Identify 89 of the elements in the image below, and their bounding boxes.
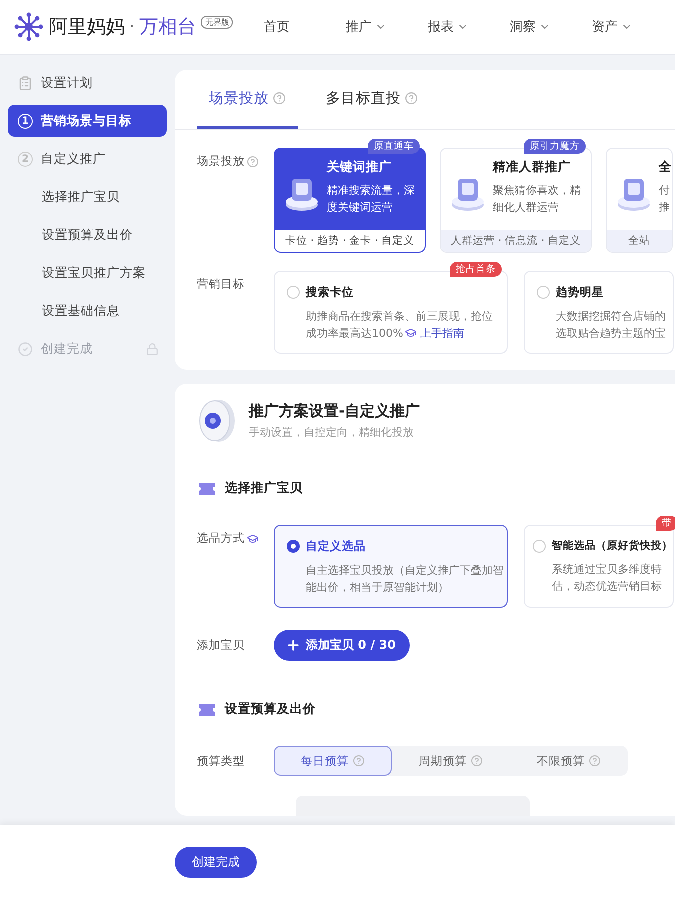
plan-title: 推广方案设置-自定义推广 (249, 402, 420, 421)
sidebar-label: 设置宝贝推广方案 (42, 264, 146, 282)
scene-title: 精准人群推广 (493, 159, 572, 176)
scene-description: 精准搜索流量，深 (327, 183, 415, 199)
scene-title: 关键词推广 (327, 159, 393, 176)
add-item-button[interactable]: 添加宝贝 0 / 30 (274, 630, 410, 661)
field-label: 选品方式 (197, 525, 274, 546)
section-title: 设置预算及出价 (225, 701, 316, 718)
option-description: 系统通过宝贝多维度特 (551, 562, 663, 578)
sidebar-item[interactable]: 设置基础信息 (8, 295, 167, 327)
guide-link[interactable]: 上手指南 (420, 327, 464, 340)
segment-button[interactable]: 不限预算 (510, 746, 628, 776)
field-label: 预算类型 (197, 754, 246, 768)
scene-description: 细化人群运营 (493, 200, 560, 216)
sidebar-item[interactable]: 选择推广宝贝 (8, 181, 167, 213)
tab[interactable]: 多目标直投 (314, 70, 430, 129)
goal-title: 搜索卡位 (306, 285, 354, 300)
option-title: 智能选品（原好货快投） (552, 539, 673, 553)
sidebar-item[interactable]: 设置计划 (8, 67, 167, 99)
nav-link[interactable]: 首页 (264, 18, 346, 36)
tab[interactable]: 场景投放 (197, 70, 298, 129)
sidebar-label: 设置基础信息 (42, 302, 120, 320)
edition-tag: 无界版 (201, 16, 234, 28)
scene-tag: 原直通车 (368, 139, 420, 154)
check-circle-icon (18, 342, 33, 356)
scene-card[interactable]: 全 付 推 全站 (606, 148, 673, 253)
brand-name: 阿里妈妈 (49, 15, 125, 40)
scene-features: 卡位 · 趋势 · 金卡 · 自定义 (275, 230, 425, 252)
field-label: 场景投放 (197, 148, 274, 169)
help-icon[interactable] (247, 156, 259, 168)
help-icon[interactable] (589, 755, 601, 767)
graduation-cap-icon (405, 327, 418, 339)
step-number: 2 (18, 152, 33, 166)
logo-separator: · (130, 19, 134, 35)
logo-icon (14, 12, 44, 42)
field-label: 营销目标 (197, 276, 246, 292)
nav-link[interactable]: 洞察 (510, 18, 592, 36)
nav-link[interactable]: 报表 (428, 18, 510, 36)
step-number: 1 (18, 114, 33, 128)
goal-description: 选取贴合趋势主题的宝 (555, 326, 665, 342)
sidebar-label: 自定义推广 (41, 150, 106, 168)
sidebar-item[interactable]: 设置预算及出价 (8, 219, 167, 251)
goal-card[interactable]: 趋势明星 大数据挖掘符合店铺的 选取贴合趋势主题的宝 (524, 271, 674, 354)
help-icon[interactable] (353, 755, 365, 767)
clipboard-icon (18, 76, 33, 90)
sidebar-label: 设置计划 (41, 74, 93, 92)
scene-description: 付 (659, 183, 671, 199)
product-name: 万相台 (139, 15, 196, 40)
goal-title: 趋势明星 (556, 285, 604, 300)
sidebar-label: 选择推广宝贝 (42, 188, 120, 206)
scene-description: 推 (659, 200, 671, 216)
option-title: 自定义选品 (306, 539, 366, 554)
field-label: 添加宝贝 (197, 638, 246, 653)
sidebar-label: 设置预算及出价 (42, 226, 133, 244)
segment-button[interactable]: 周期预算 (392, 746, 510, 776)
goal-description: 助推商品在搜索首条、前三展现，抢位成功率最高达100% 上手指南 (305, 309, 494, 342)
plan-subtitle: 手动设置，自控定向，精细化投放 (249, 425, 415, 440)
sidebar-label: 营销场景与目标 (41, 112, 132, 130)
scene-features: 全站 (607, 230, 672, 252)
scene-description: 聚焦猜你喜欢，精 (493, 183, 581, 199)
nav-link[interactable]: 资产 (592, 18, 674, 36)
scene-description: 度关键词运营 (327, 200, 394, 216)
nav-link[interactable]: 推广 (346, 18, 428, 36)
goal-description: 大数据挖掘符合店铺的 (555, 309, 665, 325)
sidebar-item[interactable]: 1 营销场景与目标 (8, 105, 167, 137)
scene-title: 全 (659, 159, 672, 176)
ticket-icon (197, 702, 217, 716)
help-icon[interactable] (471, 755, 483, 767)
sidebar-item[interactable]: 2 自定义推广 (8, 143, 167, 175)
sidebar-label: 创建完成 (41, 340, 94, 358)
lock-icon (146, 342, 159, 356)
radio[interactable] (287, 540, 300, 553)
scene-features: 人群运营 · 信息流 · 自定义 (441, 230, 591, 252)
graduation-cap-icon (247, 532, 259, 544)
option-tag: 带 (656, 516, 675, 531)
ticket-icon (197, 482, 217, 496)
plus-icon (286, 638, 301, 653)
goal-tag: 抢占首条 (450, 262, 502, 277)
option-description: 估，动态优选营销目标 (551, 579, 663, 595)
submit-button[interactable]: 创建完成 (175, 847, 257, 878)
help-icon[interactable] (273, 92, 286, 104)
sidebar-item[interactable]: 设置宝贝推广方案 (8, 257, 167, 289)
gear-disc-icon (197, 398, 237, 444)
option-card[interactable]: 自定义选品 自主选择宝贝投放（自定义推广下叠加智能出价，相当于原智能计划） (274, 525, 508, 608)
section-title: 选择推广宝贝 (225, 480, 303, 497)
segment-button[interactable]: 每日预算 (274, 746, 392, 776)
option-description: 自主选择宝贝投放（自定义推广下叠加智能出价，相当于原智能计划） (305, 563, 505, 596)
scene-tag: 原引力魔方 (524, 139, 586, 154)
help-icon[interactable] (405, 92, 418, 104)
